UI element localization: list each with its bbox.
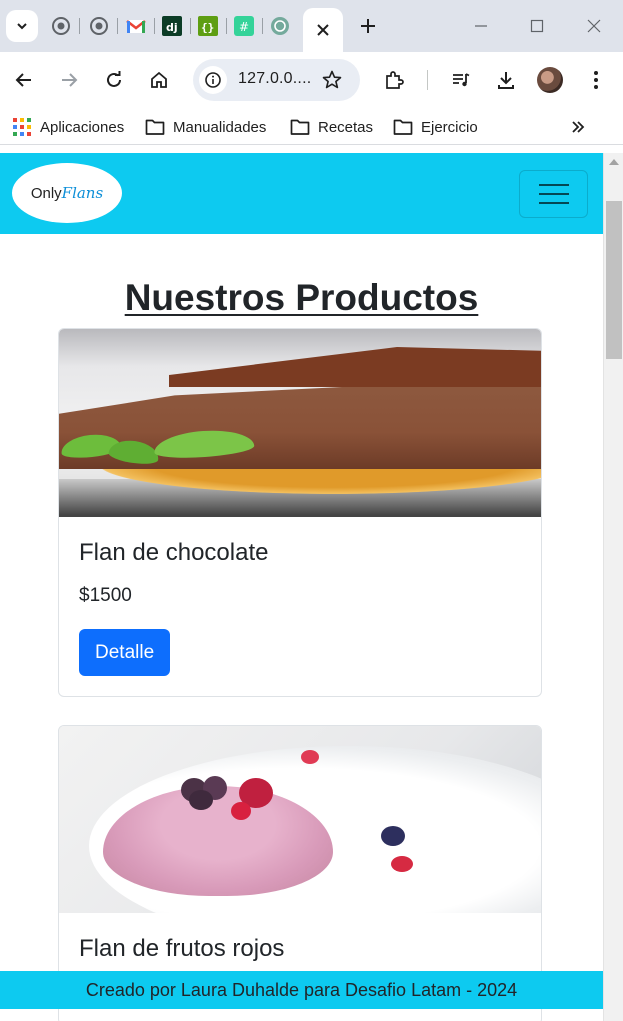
browser-toolbar: 127.0.0.... (0, 52, 623, 108)
tab-code[interactable]: {} (198, 16, 218, 36)
site-navbar: Only Flans (0, 153, 603, 234)
star-icon (322, 70, 342, 89)
back-button[interactable] (10, 66, 38, 94)
footer-text: Creado por Laura Duhalde para Desafio La… (85, 979, 518, 1000)
toolbar-divider (427, 70, 428, 90)
folder-icon (393, 119, 413, 135)
product-card: Flan de chocolate $1500 Detalle (58, 328, 542, 697)
playlist-music-icon (453, 73, 470, 87)
tab-chatgpt[interactable] (270, 16, 290, 36)
chatgpt-icon (271, 17, 289, 35)
navbar-toggler-button[interactable] (519, 170, 588, 218)
tab-gmail[interactable] (126, 16, 146, 36)
browser-tab-strip: dj {} # (0, 0, 623, 52)
bookmark-label: Aplicaciones (40, 118, 125, 136)
bookmark-label: Recetas (318, 118, 374, 136)
download-icon (498, 72, 514, 89)
bookmark-star-button[interactable] (320, 68, 344, 92)
bookmarks-bar: Aplicaciones Manualidades Recetas Ejerci… (0, 108, 623, 145)
active-tab[interactable] (303, 8, 343, 52)
site-footer: Creado por Laura Duhalde para Desafio La… (0, 971, 603, 1009)
arrow-right-icon (62, 73, 78, 87)
tab-hashtag[interactable]: # (234, 16, 254, 36)
tab-separator (79, 18, 80, 34)
detail-button[interactable]: Detalle (79, 629, 171, 676)
tab-separator (190, 18, 191, 34)
page-viewport: Only Flans Nuestros Productos Flan de cho… (0, 153, 603, 1021)
hamburger-icon-bar (538, 202, 569, 204)
logo-text-only: Only (30, 184, 62, 202)
downloads-button[interactable] (492, 66, 520, 94)
svg-text:{}: {} (201, 21, 214, 34)
scrollbar-thumb[interactable] (606, 201, 622, 359)
minimize-button[interactable] (468, 14, 494, 38)
bookmark-aplicaciones[interactable]: Aplicaciones (12, 114, 124, 140)
profile-avatar[interactable] (537, 67, 563, 93)
maximize-icon (530, 19, 544, 33)
bookmark-recetas[interactable]: Recetas (290, 114, 373, 140)
minimize-icon (475, 25, 487, 27)
forward-button[interactable] (55, 66, 83, 94)
reload-button[interactable] (100, 66, 128, 94)
bookmark-label: Manualidades (173, 118, 267, 136)
page-scrollbar[interactable] (603, 153, 623, 1021)
scroll-up-arrow-icon[interactable] (609, 159, 619, 165)
tab-github-2[interactable] (89, 16, 109, 36)
info-icon (205, 72, 221, 88)
site-logo[interactable]: Only Flans (12, 163, 122, 223)
apps-grid-icon (13, 118, 31, 136)
address-bar[interactable]: 127.0.0.... (193, 59, 360, 101)
home-icon (151, 71, 167, 88)
github-icon (52, 17, 70, 35)
product-card-body: Flan de chocolate $1500 Detalle (59, 517, 541, 696)
bookmarks-overflow-button[interactable] (566, 115, 590, 139)
svg-text:dj: dj (166, 21, 178, 34)
tab-github-1[interactable] (51, 16, 71, 36)
product-image-chocolate-flan (59, 329, 541, 517)
plus-icon (361, 19, 375, 33)
new-tab-button[interactable] (356, 14, 380, 38)
tab-django[interactable]: dj (162, 16, 182, 36)
bookmark-label: Ejercicio (421, 118, 478, 136)
bookmark-ejercicio[interactable]: Ejercicio (393, 114, 478, 140)
chevron-down-icon (17, 23, 27, 30)
reload-icon (107, 71, 121, 87)
svg-text:#: # (239, 20, 249, 34)
maximize-button[interactable] (524, 14, 550, 38)
tab-separator (154, 18, 155, 34)
hashtag-icon: # (234, 16, 254, 36)
close-icon (587, 19, 601, 33)
url-text[interactable]: 127.0.0.... (238, 70, 311, 88)
extensions-button[interactable] (380, 66, 408, 94)
site-info-button[interactable] (199, 66, 227, 94)
folder-icon (290, 119, 310, 135)
logo-text-flans: Flans (61, 184, 104, 202)
product-name: Flan de chocolate (79, 539, 269, 566)
code-icon: {} (198, 16, 218, 36)
bookmark-manualidades[interactable]: Manualidades (145, 114, 266, 140)
tab-separator (117, 18, 118, 34)
browser-menu-button[interactable] (582, 66, 610, 94)
media-controls-button[interactable] (447, 66, 475, 94)
github-icon (90, 17, 108, 35)
product-price: $1500 (79, 585, 132, 606)
home-button[interactable] (145, 66, 173, 94)
product-image-berry-flan (59, 726, 541, 913)
django-icon: dj (162, 16, 182, 36)
hamburger-icon-bar (538, 193, 569, 195)
page-title: Nuestros Productos (124, 277, 479, 318)
tab-separator (226, 18, 227, 34)
gmail-icon (126, 20, 146, 33)
tab-separator (262, 18, 263, 34)
window-close-button[interactable] (581, 14, 607, 38)
hamburger-icon-bar (538, 184, 569, 186)
more-vertical-icon (594, 71, 598, 89)
close-icon[interactable] (316, 23, 330, 37)
tab-search-button[interactable] (6, 10, 38, 42)
double-chevron-right-icon (572, 121, 585, 133)
arrow-left-icon (15, 73, 31, 87)
product-name: Flan de frutos rojos (79, 935, 285, 962)
folder-icon (145, 119, 165, 135)
puzzle-icon (386, 71, 404, 89)
